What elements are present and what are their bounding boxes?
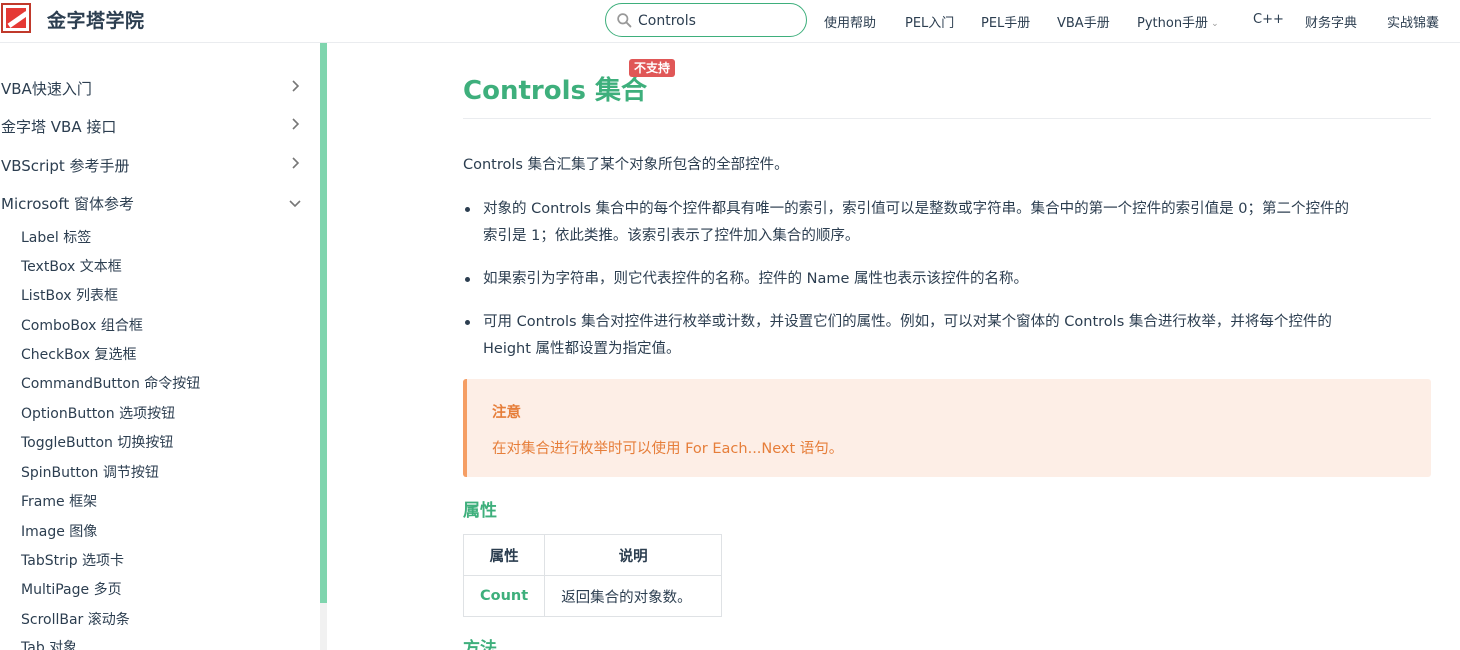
top-header: 金字塔学院 使用帮助 PEL入门 PEL手册 VBA手册 Python手册⌄ C… [0,0,1460,43]
sidebar-item-tabstrip[interactable]: TabStrip 选项卡 [21,550,124,570]
sidebar-section-vbscript[interactable]: VBScript 参考手册 [1,155,130,176]
bullet-item: 对象的 Controls 集合中的每个控件都具有唯一的索引，索引值可以是整数或字… [483,196,1433,250]
table-header-property: 属性 [462,534,546,576]
sidebar-section-vba-intro[interactable]: VBA快速入门 [1,78,92,99]
sidebar-item-multipage[interactable]: MultiPage 多页 [21,579,122,599]
sidebar-item-frame[interactable]: Frame 框架 [21,491,97,511]
sidebar-item-scrollbar[interactable]: ScrollBar 滚动条 [21,609,130,629]
bullet-dot [465,320,470,325]
sidebar-item-spinbutton[interactable]: SpinButton 调节按钮 [21,462,159,482]
nav-tips[interactable]: 实战锦囊 [1387,12,1439,31]
nav-pel-intro[interactable]: PEL入门 [905,12,954,31]
nav-vba-manual[interactable]: VBA手册 [1057,12,1110,31]
site-logo[interactable] [1,3,31,33]
note-text: 在对集合进行枚举时可以使用 For Each...Next 语句。 [492,441,844,457]
sidebar-section-vba-interface[interactable]: 金字塔 VBA 接口 [1,116,116,137]
sidebar-item-togglebutton[interactable]: ToggleButton 切换按钮 [21,432,173,452]
nav-help[interactable]: 使用帮助 [824,12,876,31]
table-row: Count 返回集合的对象数。 [462,575,723,617]
bullet-line: 如果索引为字符串，则它代表控件的名称。控件的 Name 属性也表示该控件的名称。 [483,271,1028,287]
table-header-row: 属性 说明 [462,534,723,576]
chevron-right-icon[interactable] [289,118,301,130]
search-icon [617,13,632,28]
nav-pel-manual[interactable]: PEL手册 [981,12,1030,31]
sidebar-item-label[interactable]: Label 标签 [21,227,91,247]
note-title: 注意 [492,405,521,421]
sidebar-item-image[interactable]: Image 图像 [21,521,97,541]
sidebar-item-commandbutton[interactable]: CommandButton 命令按钮 [21,373,200,393]
bullet-line: 对象的 Controls 集合中的每个控件都具有唯一的索引，索引值可以是整数或字… [483,201,1350,217]
nav-cpp[interactable]: C++ [1253,12,1284,27]
nav-finance-dict[interactable]: 财务字典 [1305,12,1357,31]
search-box[interactable] [605,3,807,37]
bullet-item: 如果索引为字符串，则它代表控件的名称。控件的 Name 属性也表示该控件的名称。 [483,266,1433,293]
bullet-line: Height 属性都设置为指定值。 [483,341,681,357]
property-description: 返回集合的对象数。 [544,575,723,617]
chevron-down-icon: ⌄ [1211,19,1219,29]
nav-python-dropdown[interactable]: Python手册 ⌄ [1137,12,1219,31]
bullet-line: 索引是 1；依此类推。该索引表示了控件加入集合的顺序。 [483,228,860,244]
intro-paragraph: Controls 集合汇集了某个对象所包含的全部控件。 [463,157,789,173]
sidebar-item-tab[interactable]: Tab 对象 [21,637,77,650]
table-header-description: 说明 [544,534,723,576]
bullet-dot [465,277,470,282]
properties-table: 属性 说明 Count 返回集合的对象数。 [462,534,723,617]
sidebar-section-ms-forms[interactable]: Microsoft 窗体参考 [1,193,134,214]
sidebar-item-listbox[interactable]: ListBox 列表框 [21,285,118,305]
sidebar-scrollbar-thumb[interactable] [320,43,327,603]
title-divider [463,118,1431,119]
site-title[interactable]: 金字塔学院 [47,6,145,33]
page-title: Controls 集合 [463,76,648,106]
unsupported-badge: 不支持 [629,59,676,77]
search-input[interactable] [638,10,798,32]
sidebar-item-textbox[interactable]: TextBox 文本框 [21,256,122,276]
sidebar-item-optionbutton[interactable]: OptionButton 选项按钮 [21,403,175,423]
sidebar-item-checkbox[interactable]: CheckBox 复选框 [21,344,137,364]
chevron-right-icon[interactable] [289,157,301,169]
sidebar-item-combobox[interactable]: ComboBox 组合框 [21,315,143,335]
property-link-count[interactable]: Count [462,575,546,617]
properties-heading: 属性 [463,501,497,521]
bullet-dot [465,207,470,212]
chevron-right-icon[interactable] [289,80,301,92]
chevron-down-icon[interactable] [289,197,301,209]
bullet-line: 可用 Controls 集合对控件进行枚举或计数，并设置它们的属性。例如，可以对… [483,314,1332,330]
methods-heading: 方法 [463,639,497,650]
nav-python-label: Python手册 [1137,16,1209,31]
bullet-item: 可用 Controls 集合对控件进行枚举或计数，并设置它们的属性。例如，可以对… [483,309,1433,363]
note-box [463,379,1431,477]
